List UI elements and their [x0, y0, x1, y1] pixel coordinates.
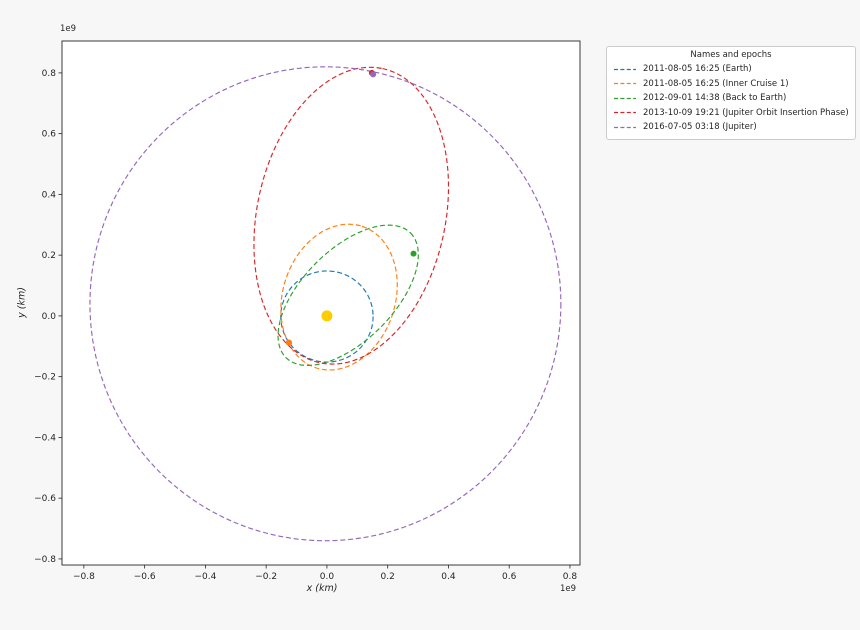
legend-line-swatch	[613, 109, 637, 116]
legend-item: 2011-08-05 16:25 (Earth)	[613, 62, 849, 77]
axes-area	[62, 41, 580, 565]
y-tick-label: −0.4	[34, 433, 56, 443]
y-tick-label: 0.4	[42, 190, 57, 200]
x-axis-offset-label: 1e9	[560, 584, 576, 594]
y-tick-label: 0.2	[42, 251, 56, 261]
legend-item-label: 2013-10-09 19:21 (Jupiter Orbit Insertio…	[643, 108, 849, 118]
legend: Names and epochs 2011-08-05 16:25 (Earth…	[606, 46, 856, 140]
y-tick-label: 0.6	[42, 130, 57, 140]
y-axis-label: y (km)	[17, 243, 28, 363]
legend-item: 2013-10-09 19:21 (Jupiter Orbit Insertio…	[613, 106, 849, 121]
legend-item: 2012-09-01 14:38 (Back to Earth)	[613, 91, 849, 106]
legend-line-swatch	[613, 80, 637, 87]
y-tick-label: 0.8	[42, 69, 57, 79]
sun-marker	[321, 310, 332, 321]
position-marker	[411, 251, 417, 257]
y-tick-label: 0.0	[42, 312, 57, 322]
position-marker	[370, 71, 376, 77]
y-tick-label: −0.6	[34, 494, 56, 504]
legend-item-label: 2011-08-05 16:25 (Earth)	[643, 64, 752, 74]
y-axis-offset-label: 1e9	[60, 24, 76, 34]
legend-item: 2016-07-05 03:18 (Jupiter)	[613, 120, 849, 135]
x-tick-label: 0.8	[563, 572, 578, 582]
legend-item-label: 2011-08-05 16:25 (Inner Cruise 1)	[643, 79, 789, 89]
x-axis-label: x (km)	[262, 583, 382, 594]
x-tick-label: −0.6	[134, 572, 156, 582]
y-tick-label: −0.8	[34, 555, 56, 565]
figure: −0.8 −0.6 −0.4 −0.2 0.0 0.2 0.4 0.6 0.8 −0.8 −0.6 −…	[0, 0, 860, 630]
legend-line-swatch	[613, 95, 637, 102]
legend-item-label: 2012-09-01 14:38 (Back to Earth)	[643, 93, 786, 103]
x-tick-label: −0.8	[73, 572, 95, 582]
x-tick-label: −0.4	[194, 572, 216, 582]
x-tick-label: 0.6	[502, 572, 517, 582]
legend-line-swatch	[613, 124, 637, 131]
y-tick-label: −0.2	[34, 373, 56, 383]
legend-items: 2011-08-05 16:25 (Earth) 2011-08-05 16:25…	[613, 62, 849, 135]
position-marker	[286, 340, 292, 346]
x-tick-label: 0.2	[381, 572, 395, 582]
x-tick-label: −0.2	[255, 572, 277, 582]
legend-item: 2011-08-05 16:25 (Inner Cruise 1)	[613, 77, 849, 92]
legend-title: Names and epochs	[613, 50, 849, 60]
x-tick-label: 0.4	[441, 572, 456, 582]
legend-line-swatch	[613, 66, 637, 73]
legend-item-label: 2016-07-05 03:18 (Jupiter)	[643, 122, 757, 132]
x-tick-label: 0.0	[320, 572, 335, 582]
